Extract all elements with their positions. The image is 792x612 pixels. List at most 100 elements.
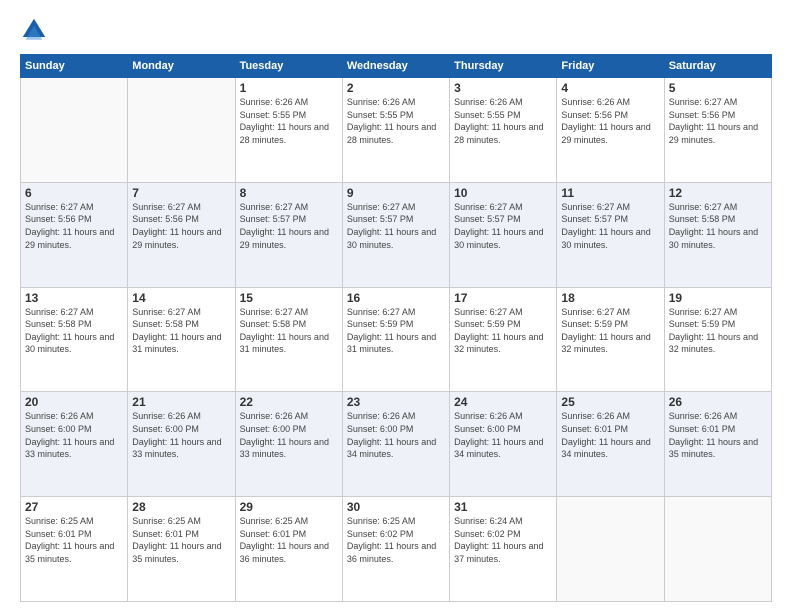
calendar-cell: 16Sunrise: 6:27 AM Sunset: 5:59 PM Dayli… <box>342 287 449 392</box>
day-number: 16 <box>347 291 445 305</box>
day-number: 30 <box>347 500 445 514</box>
day-info: Sunrise: 6:27 AM Sunset: 5:58 PM Dayligh… <box>669 201 767 251</box>
calendar-header-row: SundayMondayTuesdayWednesdayThursdayFrid… <box>21 55 772 78</box>
calendar-week-row: 20Sunrise: 6:26 AM Sunset: 6:00 PM Dayli… <box>21 392 772 497</box>
calendar-cell: 7Sunrise: 6:27 AM Sunset: 5:56 PM Daylig… <box>128 182 235 287</box>
calendar-cell: 6Sunrise: 6:27 AM Sunset: 5:56 PM Daylig… <box>21 182 128 287</box>
logo-icon <box>20 16 48 44</box>
calendar-week-row: 1Sunrise: 6:26 AM Sunset: 5:55 PM Daylig… <box>21 78 772 183</box>
day-info: Sunrise: 6:27 AM Sunset: 5:57 PM Dayligh… <box>561 201 659 251</box>
day-number: 9 <box>347 186 445 200</box>
day-number: 7 <box>132 186 230 200</box>
calendar-cell: 17Sunrise: 6:27 AM Sunset: 5:59 PM Dayli… <box>450 287 557 392</box>
calendar-cell: 9Sunrise: 6:27 AM Sunset: 5:57 PM Daylig… <box>342 182 449 287</box>
calendar-week-row: 13 Sunrise: 6:27 AM Sunset: 5:58 PM Dayli… <box>21 287 772 392</box>
day-number: 28 <box>132 500 230 514</box>
day-info: Sunrise: 6:27 AM Sunset: 5:58 PM Dayligh… <box>240 306 338 356</box>
day-info: Sunrise: 6:25 AM Sunset: 6:01 PM Dayligh… <box>132 515 230 565</box>
day-info: Sunrise: 6:26 AM Sunset: 6:01 PM Dayligh… <box>561 410 659 460</box>
day-info: Sunrise: 6:27 AM Sunset: 5:59 PM Dayligh… <box>669 306 767 356</box>
day-info: Sunrise: 6:27 AM Sunset: 5:59 PM Dayligh… <box>561 306 659 356</box>
calendar-cell <box>21 78 128 183</box>
header <box>20 16 772 44</box>
day-number: 11 <box>561 186 659 200</box>
day-info: Sunrise: 6:26 AM Sunset: 5:55 PM Dayligh… <box>240 96 338 146</box>
day-number: 29 <box>240 500 338 514</box>
day-info: Sunrise: 6:26 AM Sunset: 6:01 PM Dayligh… <box>669 410 767 460</box>
calendar-week-row: 6Sunrise: 6:27 AM Sunset: 5:56 PM Daylig… <box>21 182 772 287</box>
day-number: 4 <box>561 81 659 95</box>
day-number: 19 <box>669 291 767 305</box>
calendar-cell: 31Sunrise: 6:24 AM Sunset: 6:02 PM Dayli… <box>450 497 557 602</box>
calendar-table: SundayMondayTuesdayWednesdayThursdayFrid… <box>20 54 772 602</box>
calendar-week-row: 27Sunrise: 6:25 AM Sunset: 6:01 PM Dayli… <box>21 497 772 602</box>
day-number: 22 <box>240 395 338 409</box>
calendar-cell: 24Sunrise: 6:26 AM Sunset: 6:00 PM Dayli… <box>450 392 557 497</box>
day-info: Sunrise: 6:27 AM Sunset: 5:56 PM Dayligh… <box>669 96 767 146</box>
calendar-header-thursday: Thursday <box>450 55 557 78</box>
calendar-header-saturday: Saturday <box>664 55 771 78</box>
calendar-cell: 11Sunrise: 6:27 AM Sunset: 5:57 PM Dayli… <box>557 182 664 287</box>
calendar-cell <box>557 497 664 602</box>
day-number: 14 <box>132 291 230 305</box>
calendar-cell: 22Sunrise: 6:26 AM Sunset: 6:00 PM Dayli… <box>235 392 342 497</box>
calendar-cell: 2Sunrise: 6:26 AM Sunset: 5:55 PM Daylig… <box>342 78 449 183</box>
calendar-cell: 25Sunrise: 6:26 AM Sunset: 6:01 PM Dayli… <box>557 392 664 497</box>
day-number: 8 <box>240 186 338 200</box>
day-number: 24 <box>454 395 552 409</box>
day-info: Sunrise: 6:25 AM Sunset: 6:01 PM Dayligh… <box>240 515 338 565</box>
day-number: 2 <box>347 81 445 95</box>
calendar-cell: 28Sunrise: 6:25 AM Sunset: 6:01 PM Dayli… <box>128 497 235 602</box>
calendar-cell: 30Sunrise: 6:25 AM Sunset: 6:02 PM Dayli… <box>342 497 449 602</box>
calendar-cell: 21Sunrise: 6:26 AM Sunset: 6:00 PM Dayli… <box>128 392 235 497</box>
page: SundayMondayTuesdayWednesdayThursdayFrid… <box>0 0 792 612</box>
day-number: 5 <box>669 81 767 95</box>
day-number: 13 <box>25 291 123 305</box>
day-info: Sunrise: 6:25 AM Sunset: 6:02 PM Dayligh… <box>347 515 445 565</box>
day-info: Sunrise: 6:27 AM Sunset: 5:57 PM Dayligh… <box>347 201 445 251</box>
logo <box>20 16 54 44</box>
day-info: Sunrise: 6:27 AM Sunset: 5:57 PM Dayligh… <box>240 201 338 251</box>
calendar-cell: 15Sunrise: 6:27 AM Sunset: 5:58 PM Dayli… <box>235 287 342 392</box>
calendar-header-friday: Friday <box>557 55 664 78</box>
day-info: Sunrise: 6:27 AM Sunset: 5:58 PM Dayligh… <box>132 306 230 356</box>
day-number: 3 <box>454 81 552 95</box>
day-number: 21 <box>132 395 230 409</box>
calendar-cell: 10Sunrise: 6:27 AM Sunset: 5:57 PM Dayli… <box>450 182 557 287</box>
calendar-header-tuesday: Tuesday <box>235 55 342 78</box>
calendar-header-wednesday: Wednesday <box>342 55 449 78</box>
day-info: Sunrise: 6:26 AM Sunset: 6:00 PM Dayligh… <box>132 410 230 460</box>
calendar-cell <box>128 78 235 183</box>
calendar-cell: 27Sunrise: 6:25 AM Sunset: 6:01 PM Dayli… <box>21 497 128 602</box>
calendar-cell: 29Sunrise: 6:25 AM Sunset: 6:01 PM Dayli… <box>235 497 342 602</box>
day-number: 15 <box>240 291 338 305</box>
calendar-cell: 13Sunrise: 6:27 AM Sunset: 5:58 PM Dayli… <box>21 287 128 392</box>
calendar-cell: 14Sunrise: 6:27 AM Sunset: 5:58 PM Dayli… <box>128 287 235 392</box>
day-number: 18 <box>561 291 659 305</box>
day-info: Sunrise: 6:26 AM Sunset: 6:00 PM Dayligh… <box>25 410 123 460</box>
day-info: Sunrise: 6:24 AM Sunset: 6:02 PM Dayligh… <box>454 515 552 565</box>
calendar-cell: 19Sunrise: 6:27 AM Sunset: 5:59 PM Dayli… <box>664 287 771 392</box>
calendar-cell: 18Sunrise: 6:27 AM Sunset: 5:59 PM Dayli… <box>557 287 664 392</box>
day-info: Sunrise: 6:27 AM Sunset: 5:59 PM Dayligh… <box>347 306 445 356</box>
calendar-header-sunday: Sunday <box>21 55 128 78</box>
calendar-cell <box>664 497 771 602</box>
calendar-header-monday: Monday <box>128 55 235 78</box>
day-info: Sunrise: 6:26 AM Sunset: 6:00 PM Dayligh… <box>454 410 552 460</box>
calendar-cell: 5Sunrise: 6:27 AM Sunset: 5:56 PM Daylig… <box>664 78 771 183</box>
day-info: Sunrise: 6:25 AM Sunset: 6:01 PM Dayligh… <box>25 515 123 565</box>
day-number: 20 <box>25 395 123 409</box>
day-number: 25 <box>561 395 659 409</box>
calendar-cell: 20Sunrise: 6:26 AM Sunset: 6:00 PM Dayli… <box>21 392 128 497</box>
day-number: 17 <box>454 291 552 305</box>
day-info: Sunrise: 6:27 AM Sunset: 5:56 PM Dayligh… <box>25 201 123 251</box>
day-info: Sunrise: 6:26 AM Sunset: 6:00 PM Dayligh… <box>347 410 445 460</box>
day-info: Sunrise: 6:26 AM Sunset: 5:55 PM Dayligh… <box>347 96 445 146</box>
calendar-cell: 1Sunrise: 6:26 AM Sunset: 5:55 PM Daylig… <box>235 78 342 183</box>
day-info: Sunrise: 6:27 AM Sunset: 5:57 PM Dayligh… <box>454 201 552 251</box>
calendar-cell: 26Sunrise: 6:26 AM Sunset: 6:01 PM Dayli… <box>664 392 771 497</box>
day-number: 6 <box>25 186 123 200</box>
day-info: Sunrise: 6:26 AM Sunset: 5:55 PM Dayligh… <box>454 96 552 146</box>
day-info: Sunrise: 6:26 AM Sunset: 5:56 PM Dayligh… <box>561 96 659 146</box>
calendar-cell: 8Sunrise: 6:27 AM Sunset: 5:57 PM Daylig… <box>235 182 342 287</box>
